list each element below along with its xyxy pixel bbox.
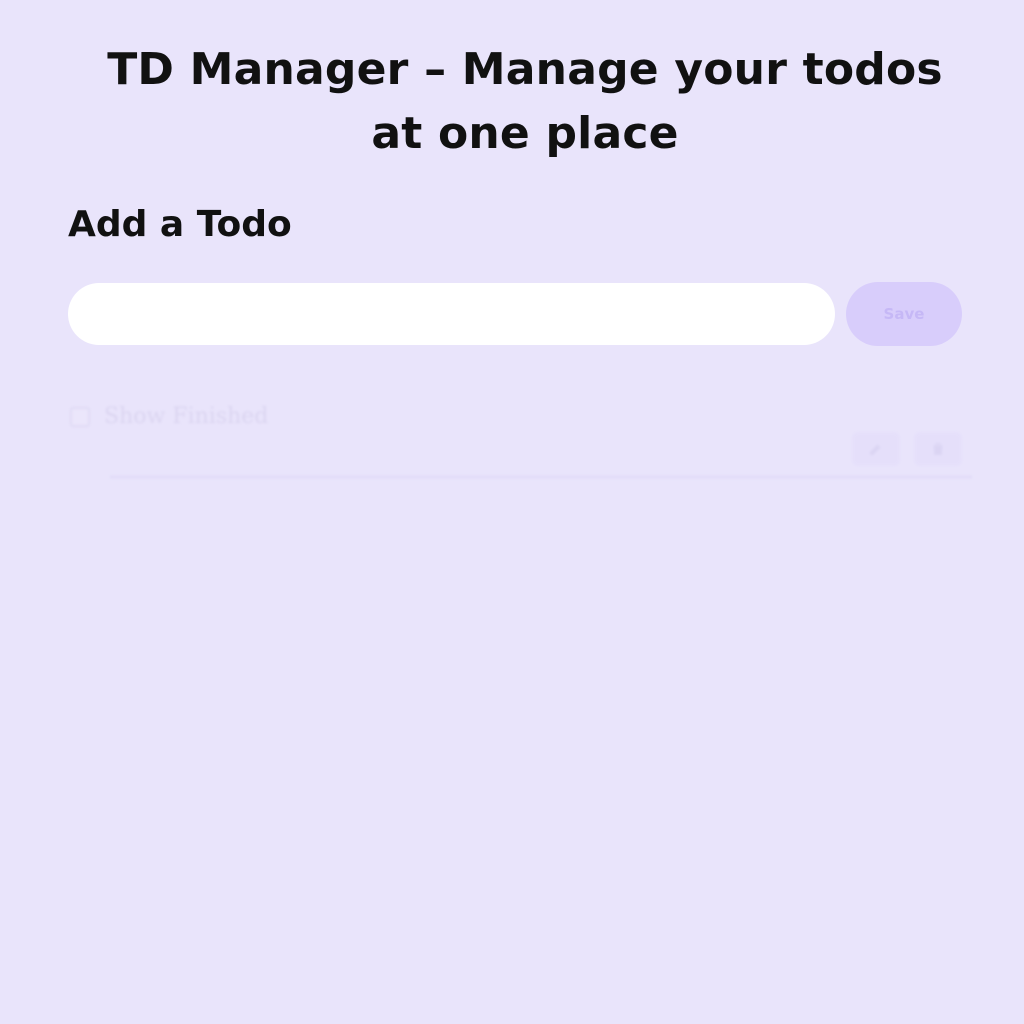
show-finished-label: Show Finished bbox=[104, 404, 269, 429]
show-finished-checkbox[interactable] bbox=[70, 406, 90, 427]
todo-app: TD Manager – Manage your todos at one pl… bbox=[0, 0, 1024, 1024]
edit-icon bbox=[870, 444, 881, 455]
show-finished-toggle[interactable]: Show Finished bbox=[70, 404, 268, 429]
todo-list-divider bbox=[110, 476, 972, 478]
edit-button[interactable] bbox=[852, 432, 900, 466]
add-todo-heading: Add a Todo bbox=[68, 204, 292, 245]
delete-icon bbox=[933, 443, 943, 455]
page-title: TD Manager – Manage your todos at one pl… bbox=[107, 44, 943, 159]
todo-item-actions bbox=[852, 432, 962, 466]
delete-button[interactable] bbox=[914, 432, 962, 466]
todo-input[interactable] bbox=[68, 283, 835, 345]
save-button[interactable]: Save bbox=[846, 282, 962, 346]
